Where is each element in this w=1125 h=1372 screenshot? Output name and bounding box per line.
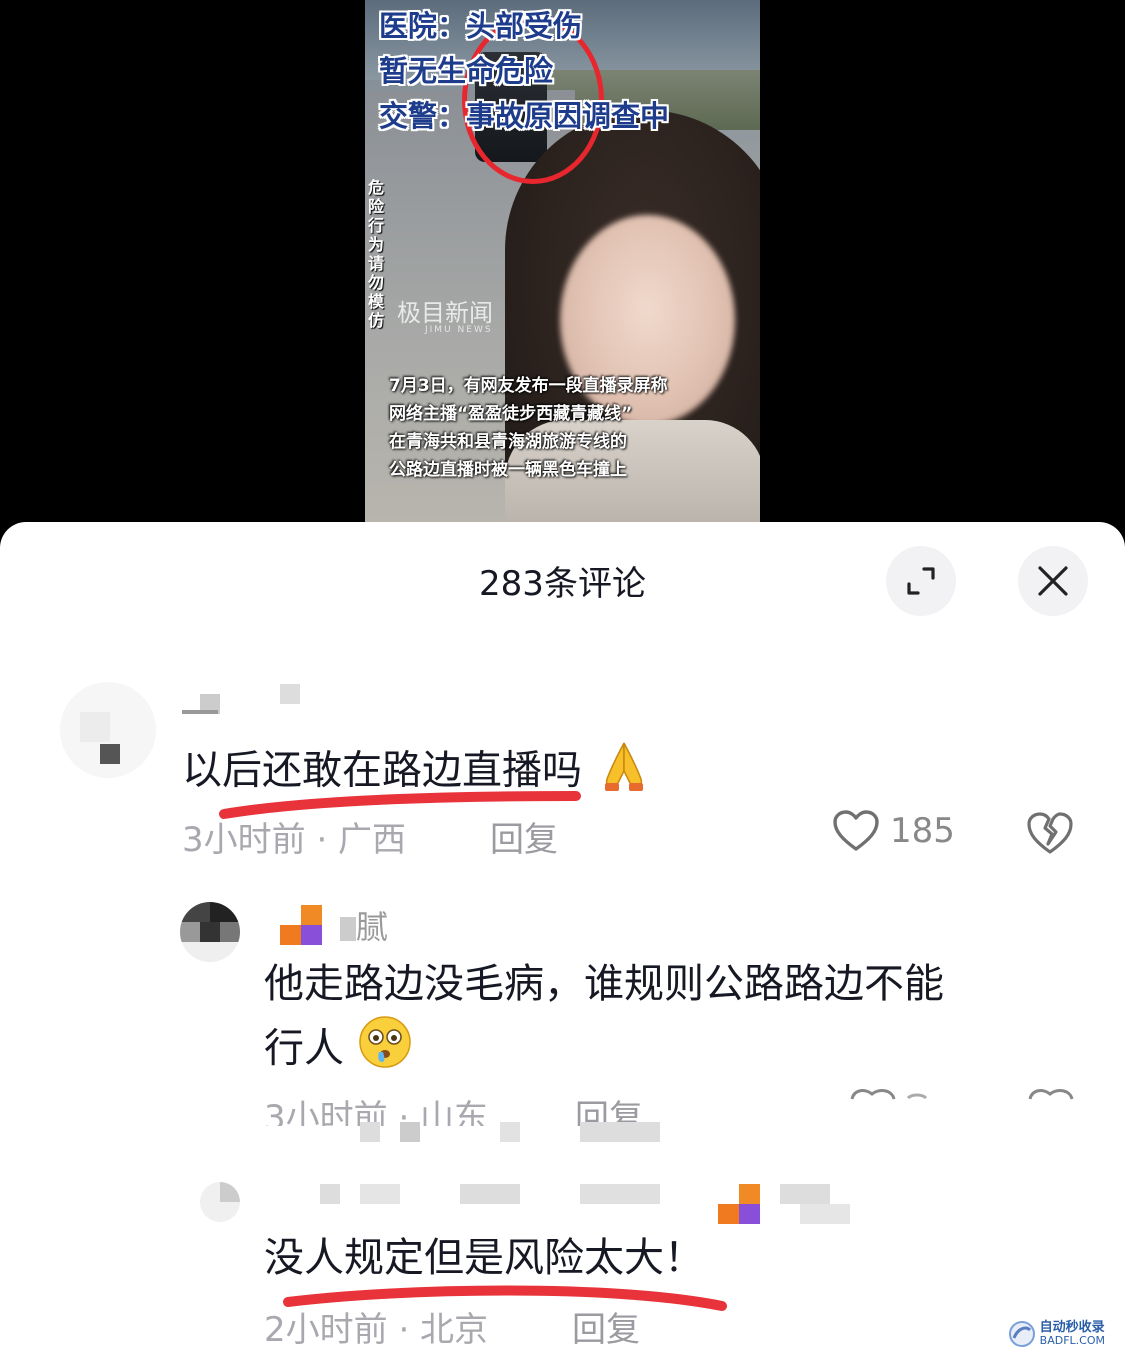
video-player[interactable]: 医院：头部受伤 暂无生命危险 交警：事故原因调查中 危险行为 请勿模仿 极目新闻…: [365, 0, 760, 522]
avatar-pixel: [80, 712, 110, 742]
pixelated-overlay: [360, 1122, 680, 1146]
video-headline: 医院：头部受伤 暂无生命危险 交警：事故原因调查中: [379, 4, 669, 139]
like-button[interactable]: 185: [832, 809, 955, 853]
site-logo-icon: [1008, 1321, 1035, 1347]
headline-line-1: 医院：头部受伤: [379, 9, 583, 43]
heart-icon-partial: [850, 1089, 928, 1100]
comments-count-title: 283条评论: [479, 564, 646, 604]
site-mark-line-2: BADFL.COM: [1039, 1334, 1105, 1347]
reply-button[interactable]: 回复: [572, 1302, 640, 1351]
avatar[interactable]: [180, 902, 240, 962]
reply-button[interactable]: 回复: [575, 1090, 643, 1126]
news-watermark-sub: JIMU NEWS: [425, 325, 493, 335]
dislike-icon-partial: [1028, 1089, 1074, 1100]
headline-line-2: 暂无生命危险: [379, 54, 554, 88]
reply-button[interactable]: 回复: [490, 812, 558, 861]
comment-text: 他走路边没毛病，谁规则公路路边不能 行人: [264, 954, 944, 1087]
heart-icon: [833, 810, 879, 851]
caption-line-1: 7月3日，有网友发布一段直播录屏称: [389, 376, 668, 396]
username[interactable]: 腻: [340, 902, 388, 948]
site-watermark: 自动秒收录 BADFL.COM: [1008, 1320, 1105, 1348]
folded-hands-icon: [595, 735, 653, 810]
caption-line-3: 在青海共和县青海湖旅游专线的: [389, 432, 627, 452]
expand-button[interactable]: [886, 546, 956, 616]
caption-line-4: 公路边直播时被一辆黑色车撞上: [389, 460, 627, 480]
user-badge: [718, 1184, 760, 1224]
comment-text-line-1: 他走路边没毛病，谁规则公路路边不能: [264, 961, 944, 1007]
user-badge: [280, 905, 322, 945]
comment-text-line-2: 行人: [264, 1014, 944, 1087]
news-watermark: 极目新闻: [397, 299, 493, 327]
pixelated-overlay: [780, 1184, 850, 1224]
close-button[interactable]: [1018, 546, 1088, 616]
avatar[interactable]: [60, 682, 156, 778]
comment-meta: 3小时前 · 山东: [264, 1098, 489, 1126]
comment-meta: 2小时前 · 北京: [264, 1310, 489, 1350]
video-caption: 7月3日，有网友发布一段直播录屏称 网络主播“盈盈徒步西藏青藏线” 在青海共和县…: [389, 372, 749, 484]
caption-line-2: 网络主播“盈盈徒步西藏青藏线”: [389, 404, 633, 424]
avatar-pixel: [100, 744, 120, 764]
danger-warning-text: 危险行为 请勿模仿: [368, 178, 385, 330]
headline-line-3: 交警：事故原因调查中: [379, 99, 670, 133]
avatar[interactable]: [200, 1182, 240, 1222]
site-mark-line-1: 自动秒收录: [1039, 1320, 1105, 1335]
comment-meta: 3小时前 · 广西: [182, 820, 407, 860]
username-pixelated[interactable]: [320, 1184, 660, 1208]
expand-icon: [907, 567, 935, 595]
username-pixelated[interactable]: [182, 684, 300, 714]
crying-face-icon: [357, 1014, 413, 1087]
comments-sheet: 283条评论 以后还敢在路边直播吗 3小时前 · 广西 回复 185 腻 他走路…: [0, 522, 1125, 1372]
dislike-icon[interactable]: [1026, 810, 1074, 856]
like-count: 185: [890, 811, 955, 851]
close-icon: [1038, 566, 1068, 596]
